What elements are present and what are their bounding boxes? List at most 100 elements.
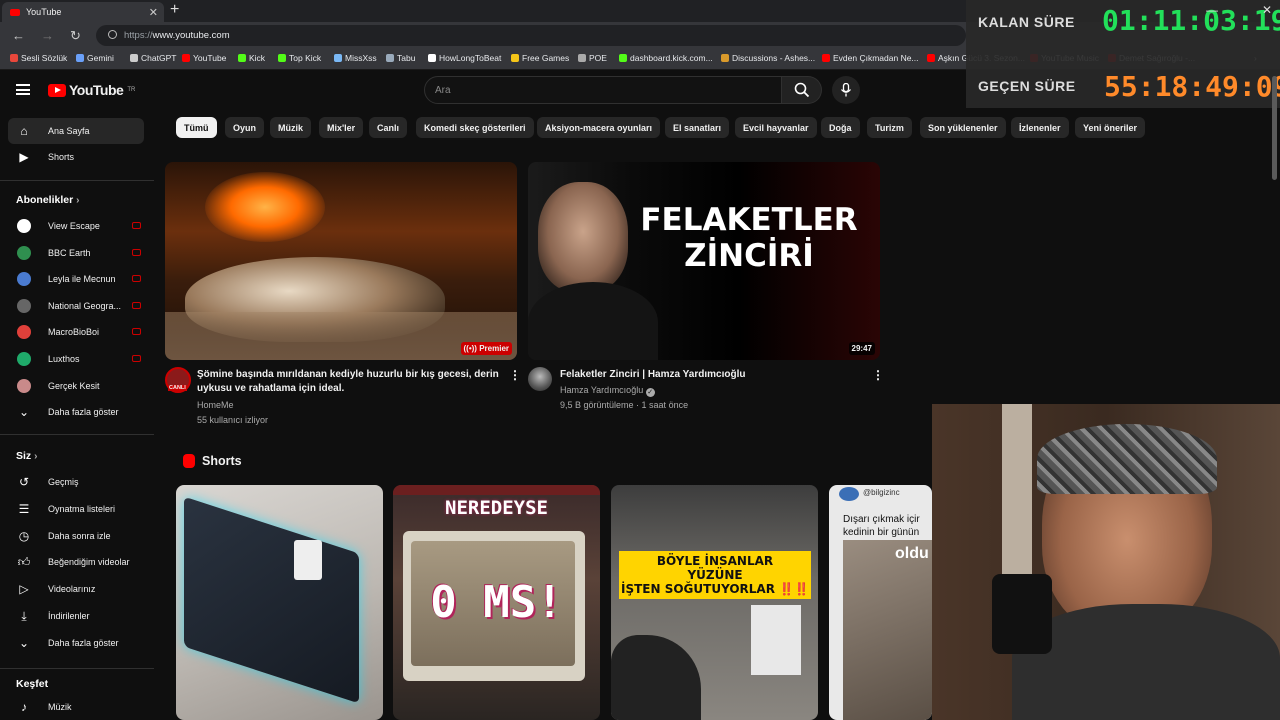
sidebar-item-label: Beğendiğim videolar: [48, 557, 130, 568]
channel-name[interactable]: HomeMe: [197, 398, 234, 412]
filter-chip[interactable]: Son yüklenenler: [920, 117, 1006, 138]
presenter-body-image: [528, 282, 658, 360]
short-caption-line: İŞTEN SOĞUTUYORLAR ‼️‼️: [621, 582, 810, 596]
sidebar-subscription-item[interactable]: MacroBioBoi: [8, 319, 144, 345]
minimize-icon[interactable]: —: [1206, 3, 1218, 17]
video-stats: 9,5 B görüntüleme · 1 saat önce: [560, 400, 689, 410]
bookmark-favicon-icon: [927, 54, 935, 62]
logo-text: YouTube: [69, 82, 124, 98]
bookmark-item[interactable]: Discussions - Ashes...: [721, 53, 815, 63]
bookmark-item[interactable]: Top Kick: [278, 53, 321, 63]
sidebar-item-shorts[interactable]: ▶ Shorts: [8, 144, 144, 170]
short-thumbnail[interactable]: @bilgizinc Dışarı çıkmak içir kedinin bi…: [829, 485, 932, 720]
sidebar-subscription-item[interactable]: View Escape: [8, 213, 144, 239]
filter-chip[interactable]: El sanatları: [665, 117, 730, 138]
filter-chip[interactable]: Tümü: [176, 117, 217, 138]
sidebar-show-more-subscriptions[interactable]: ⌄ Daha fazla göster: [8, 399, 144, 425]
sidebar-item-label: National Geogra...: [48, 300, 122, 311]
more-options-icon[interactable]: ⋮: [509, 368, 521, 382]
sidebar-item-music[interactable]: ♪ Müzik: [8, 694, 144, 720]
sidebar-subscription-item[interactable]: Leyla ile Mecnun: [8, 266, 144, 292]
video-title[interactable]: Şömine başında mırıldanan kediyle huzurl…: [197, 368, 507, 396]
youtube-logo[interactable]: YouTube TR: [48, 82, 135, 98]
voice-search-button[interactable]: [832, 76, 860, 104]
video-thumbnail[interactable]: ((•)) Premier: [165, 162, 517, 360]
video-title[interactable]: Felaketler Zinciri | Hamza Yardımcıoğlu: [560, 368, 860, 382]
bookmark-item[interactable]: ChatGPT: [130, 53, 176, 63]
address-bar[interactable]: https://www.youtube.com: [96, 25, 966, 46]
filter-chip[interactable]: Oyun: [225, 117, 265, 138]
bookmark-item[interactable]: POE: [578, 53, 607, 63]
sidebar-item[interactable]: ↺ Geçmiş: [8, 469, 144, 495]
site-info-icon[interactable]: [108, 30, 117, 39]
search-input[interactable]: Ara: [424, 76, 782, 104]
close-tab-icon[interactable]: ✕: [149, 6, 158, 19]
short-text-line: Dışarı çıkmak içir: [843, 514, 920, 525]
back-icon[interactable]: ←: [12, 28, 25, 43]
sidebar-item[interactable]: 👍︎ Beğendiğim videolar: [8, 549, 144, 575]
sidebar-subscription-item[interactable]: BBC Earth: [8, 240, 144, 266]
bookmark-label: Gemini: [87, 53, 114, 63]
sidebar-item[interactable]: ☰ Oynatma listeleri: [8, 496, 144, 522]
you-heading[interactable]: Siz ›: [16, 450, 37, 462]
browser-tab[interactable]: YouTube ✕: [2, 2, 164, 22]
reload-icon[interactable]: ↻: [70, 28, 81, 44]
filter-chip[interactable]: Müzik: [270, 117, 312, 138]
sidebar-subscription-item[interactable]: Gerçek Kesit: [8, 373, 144, 399]
bookmark-item[interactable]: YouTube: [182, 53, 226, 63]
close-window-icon[interactable]: ✕: [1262, 3, 1272, 17]
channel-avatar[interactable]: [528, 367, 552, 391]
sidebar-item[interactable]: ⌄ Daha fazla göster: [8, 630, 144, 656]
sidebar-subscription-item[interactable]: National Geogra...: [8, 293, 144, 319]
short-thumbnail[interactable]: BÖYLE İNSANLAR YÜZÜNE İŞTEN SOĞUTUYORLAR…: [611, 485, 818, 720]
presenter-face-image: [538, 182, 628, 292]
short-thumbnail[interactable]: NEREDEYSE 0 MS!: [393, 485, 600, 720]
video-duration: 29:47: [848, 342, 875, 355]
bookmark-item[interactable]: dashboard.kick.com...: [619, 53, 713, 63]
bookmark-item[interactable]: Free Games: [511, 53, 569, 63]
filter-chip[interactable]: Evcil hayvanlar: [735, 117, 817, 138]
live-indicator-icon: [132, 301, 141, 309]
bookmark-item[interactable]: Sesli Sözlük: [10, 53, 67, 63]
sidebar-item[interactable]: ◷ Daha sonra izle: [8, 523, 144, 549]
bookmark-favicon-icon: [238, 54, 246, 62]
filter-chip[interactable]: Yeni öneriler: [1075, 117, 1146, 138]
video-thumbnail[interactable]: FELAKETLER ZİNCİRİ 29:47: [528, 162, 880, 360]
bookmark-item[interactable]: Kick: [238, 53, 265, 63]
new-tab-icon[interactable]: +: [170, 1, 179, 19]
live-indicator-icon: [132, 328, 141, 336]
sidebar-item-label: Oynatma listeleri: [48, 503, 116, 514]
bookmark-item[interactable]: Gemini: [76, 53, 114, 63]
sidebar-item[interactable]: ⤓ İndirilenler: [8, 603, 144, 629]
filter-chip[interactable]: Mix'ler: [319, 117, 364, 138]
bookmark-item[interactable]: Evden Çıkmadan Ne...: [822, 53, 919, 63]
search-button[interactable]: [782, 76, 822, 104]
sidebar-item-home[interactable]: ⌂ Ana Sayfa: [8, 118, 144, 144]
subscriptions-heading[interactable]: Abonelikler ›: [16, 194, 79, 206]
filter-chip[interactable]: Komedi skeç gösterileri: [416, 117, 534, 138]
search-icon: [794, 82, 810, 98]
filter-chip[interactable]: Doğa: [821, 117, 860, 138]
filter-chip[interactable]: İzlenenler: [1011, 117, 1069, 138]
bookmark-favicon-icon: [619, 54, 627, 62]
more-options-icon[interactable]: ⋮: [872, 368, 884, 382]
caption-strip: [393, 485, 600, 495]
page-scrollbar-thumb[interactable]: [1272, 76, 1277, 180]
thumbnail-caption: FELAKETLER ZİNCİRİ: [624, 202, 874, 274]
filter-chip[interactable]: Canlı: [369, 117, 408, 138]
sidebar-subscription-item[interactable]: Luxthos: [8, 346, 144, 372]
menu-icon[interactable]: [16, 84, 30, 95]
filter-chip[interactable]: Turizm: [867, 117, 912, 138]
forward-icon[interactable]: →: [41, 28, 54, 43]
channel-avatar[interactable]: CANLI: [165, 367, 191, 393]
channel-name[interactable]: Hamza Yardımcıoğlu ✓: [560, 383, 655, 397]
you-title: Siz: [16, 450, 32, 462]
bookmark-item[interactable]: MissXss: [334, 53, 377, 63]
channel-avatar: [17, 298, 31, 313]
bookmark-item[interactable]: HowLongToBeat: [428, 53, 501, 63]
sidebar-item[interactable]: ▷ Videolarınız: [8, 576, 144, 602]
sidebar-item-label: Luxthos: [48, 354, 80, 364]
filter-chip[interactable]: Aksiyon-macera oyunları: [537, 117, 661, 138]
bookmark-item[interactable]: Tabu: [386, 53, 415, 63]
short-thumbnail[interactable]: [176, 485, 383, 720]
